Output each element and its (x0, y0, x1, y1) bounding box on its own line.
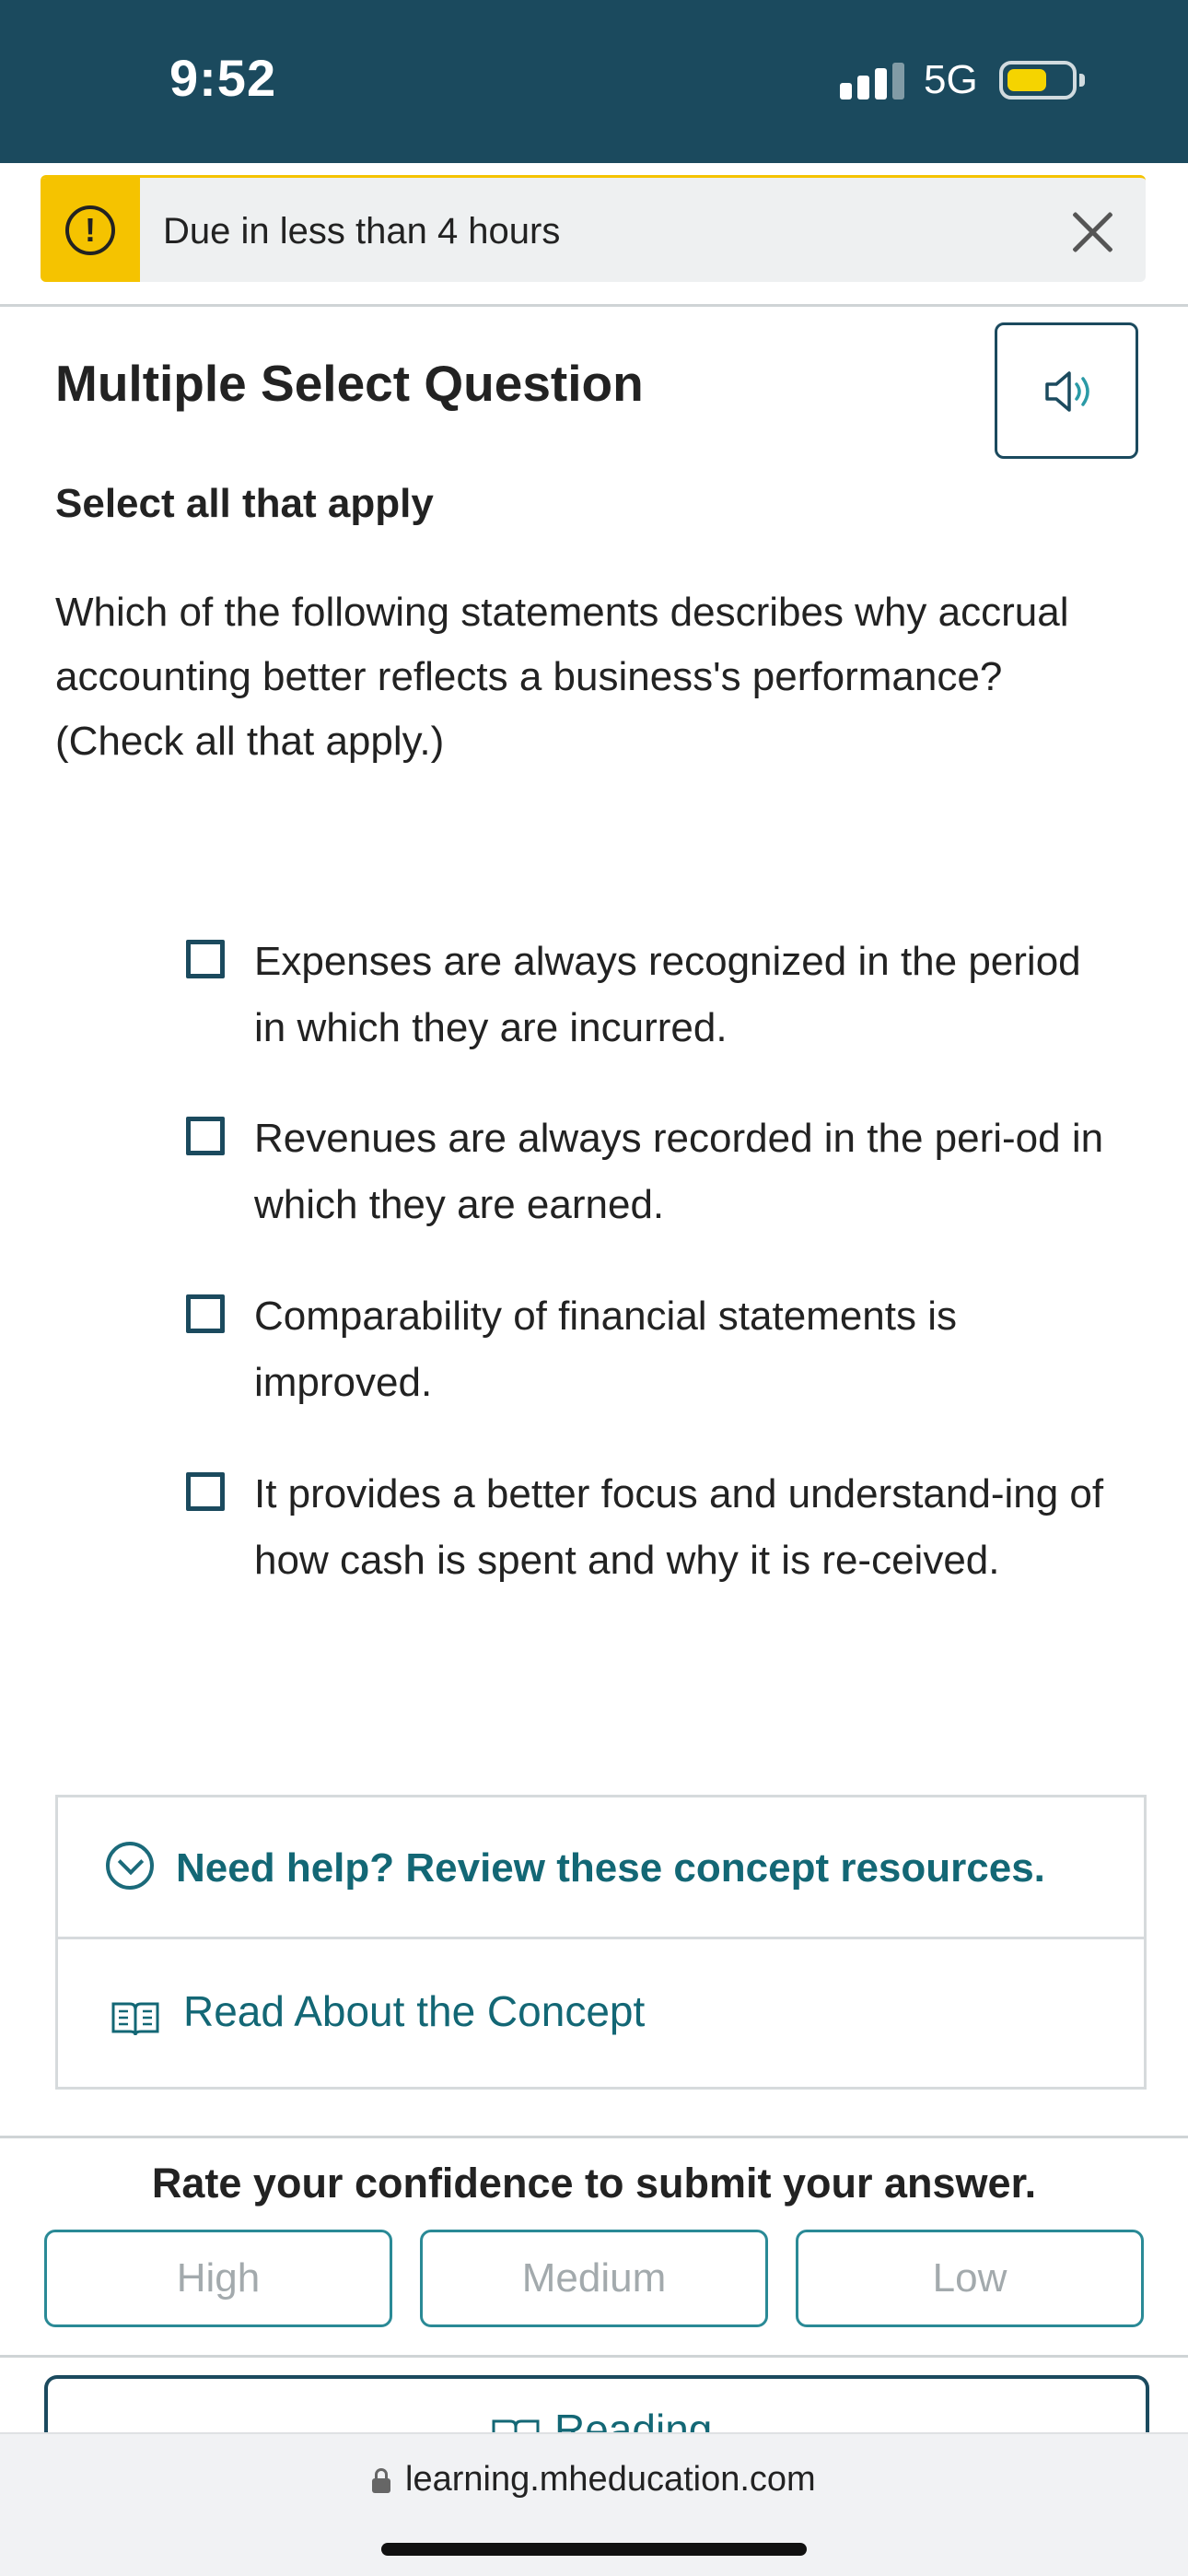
due-text: Due in less than 4 hours (163, 211, 561, 252)
divider (0, 304, 1188, 307)
answer-option-text[interactable]: Comparability of financial statements is… (254, 1283, 1111, 1416)
checkbox[interactable] (186, 1472, 225, 1511)
warning-icon: ! (65, 205, 115, 255)
read-about-concept-link[interactable]: Read About the Concept (183, 1986, 645, 2036)
divider (0, 2355, 1188, 2358)
confidence-medium-button[interactable]: Medium (420, 2230, 768, 2327)
due-banner: ! Due in less than 4 hours (41, 175, 1146, 282)
divider (0, 2136, 1188, 2138)
checkbox[interactable] (186, 940, 225, 978)
checkbox[interactable] (186, 1294, 225, 1333)
question-instruction: Select all that apply (55, 481, 434, 526)
home-indicator[interactable] (381, 2543, 807, 2556)
confidence-high-button[interactable]: High (44, 2230, 392, 2327)
cellular-signal-icon (840, 63, 904, 100)
concept-resources-panel: Need help? Review these concept resource… (55, 1795, 1147, 2090)
network-type: 5G (924, 57, 978, 102)
answer-option-text[interactable]: Expenses are always recognized in the pe… (254, 929, 1111, 1061)
book-icon (111, 2002, 159, 2036)
chevron-down-icon (106, 1842, 154, 1890)
confidence-title: Rate your confidence to submit your answ… (151, 2160, 1037, 2207)
speaker-icon (1045, 371, 1089, 412)
checkbox[interactable] (186, 1117, 225, 1155)
question-prompt: Which of the following statements descri… (55, 590, 1069, 764)
question-type-title: Multiple Select Question (55, 355, 644, 412)
close-icon[interactable] (1065, 204, 1120, 259)
answer-option-text[interactable]: It provides a better focus and understan… (254, 1461, 1111, 1594)
warning-badge: ! (41, 178, 140, 282)
answer-option-text[interactable]: Revenues are always recorded in the peri… (254, 1106, 1111, 1238)
battery-icon (999, 61, 1085, 100)
confidence-low-button[interactable]: Low (796, 2230, 1144, 2327)
url-text[interactable]: learning.mheducation.com (405, 2460, 816, 2500)
read-aloud-button[interactable] (995, 322, 1138, 459)
status-bar: 9:52 5G (0, 0, 1188, 163)
concept-resources-label[interactable]: Need help? Review these concept resource… (176, 1845, 1045, 1891)
status-time: 9:52 (169, 49, 277, 107)
lock-icon (372, 2468, 390, 2493)
concept-resources-toggle[interactable]: Need help? Review these concept resource… (58, 1797, 1144, 1939)
